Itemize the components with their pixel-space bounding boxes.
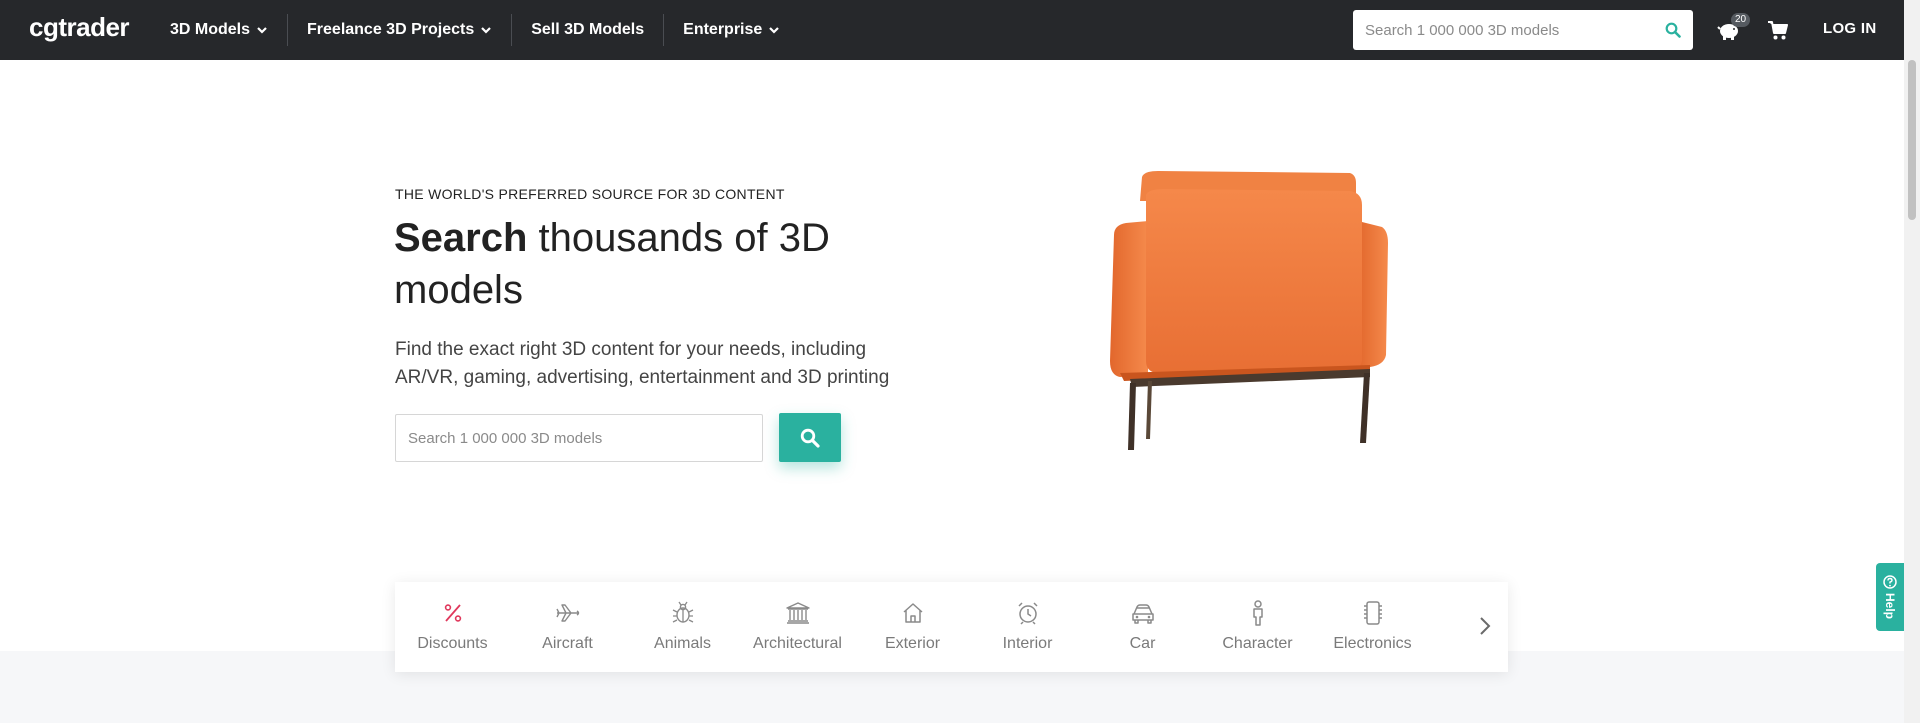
category-character[interactable]: Character (1200, 582, 1315, 672)
hero-search-button[interactable] (779, 413, 841, 462)
nav-label: Enterprise (683, 21, 763, 38)
chevron-down-icon (481, 27, 491, 34)
main-nav: 3D Models Freelance 3D Projects Sell 3D … (170, 0, 799, 60)
category-label: Car (1129, 635, 1156, 652)
question-circle-icon (1883, 575, 1897, 589)
percent-icon (440, 600, 466, 626)
car-icon (1130, 600, 1156, 626)
category-discounts[interactable]: Discounts (395, 582, 510, 672)
chevron-down-icon (257, 27, 267, 34)
search-icon[interactable] (1653, 10, 1693, 50)
chip-icon (1360, 600, 1386, 626)
cgtrader-logo[interactable]: cgtrader (29, 12, 130, 43)
airplane-icon (555, 600, 581, 626)
hero-title: Search thousands of 3D models (394, 212, 874, 316)
building-columns-icon (785, 600, 811, 626)
scrollbar-thumb[interactable] (1908, 60, 1916, 220)
nav-item-freelance[interactable]: Freelance 3D Projects (288, 0, 511, 60)
hero-search-input[interactable] (396, 415, 762, 461)
chevron-right-icon (1480, 617, 1491, 635)
nav-label: 3D Models (170, 21, 251, 38)
category-label: Interior (1002, 635, 1053, 652)
hero-search-box (395, 414, 763, 462)
category-label: Character (1222, 635, 1293, 652)
top-navigation-bar: cgtrader 3D Models Freelance 3D Projects… (0, 0, 1904, 60)
category-electronics[interactable]: Electronics (1315, 582, 1430, 672)
shopping-cart-icon[interactable] (1767, 19, 1789, 41)
page-scrollbar[interactable] (1904, 0, 1920, 723)
page: cgtrader 3D Models Freelance 3D Projects… (0, 0, 1920, 723)
header-search-box (1353, 10, 1693, 50)
person-icon (1245, 600, 1271, 626)
category-label: Architectural (753, 635, 842, 652)
nav-item-enterprise[interactable]: Enterprise (664, 0, 799, 60)
help-tab[interactable]: Help (1876, 563, 1904, 631)
category-strip: Discounts Aircraft Animals Architectural… (395, 582, 1508, 672)
category-label: Aircraft (542, 635, 593, 652)
house-icon (900, 600, 926, 626)
category-interior[interactable]: Interior (970, 582, 1085, 672)
chevron-down-icon (769, 27, 780, 34)
hero-title-bold: Search (394, 216, 528, 260)
hero-kicker: THE WORLD'S PREFERRED SOURCE FOR 3D CONT… (395, 186, 785, 202)
help-label: Help (1883, 592, 1897, 619)
category-car[interactable]: Car (1085, 582, 1200, 672)
search-icon (800, 428, 820, 448)
alarm-clock-icon (1015, 600, 1041, 626)
category-exterior[interactable]: Exterior (855, 582, 970, 672)
category-label: Exterior (884, 635, 941, 652)
nav-item-3d-models[interactable]: 3D Models (170, 0, 287, 60)
armchair-3d-model-image (1110, 171, 1388, 450)
login-link[interactable]: LOG IN (1823, 20, 1876, 37)
nav-label: Freelance 3D Projects (307, 21, 475, 38)
category-label: Electronics (1333, 635, 1412, 652)
category-aircraft[interactable]: Aircraft (510, 582, 625, 672)
category-next-button[interactable] (1476, 614, 1494, 638)
hero-description: Find the exact right 3D content for your… (395, 339, 890, 388)
nav-label: Sell 3D Models (531, 21, 645, 38)
header-search-input[interactable] (1353, 10, 1653, 50)
category-label: Discounts (417, 635, 488, 652)
category-architectural[interactable]: Architectural (740, 582, 855, 672)
category-animals[interactable]: Animals (625, 582, 740, 672)
bug-icon (670, 600, 696, 626)
piggy-bank-badge: 20 (1731, 13, 1751, 27)
nav-item-sell[interactable]: Sell 3D Models (512, 0, 663, 60)
category-label: Animals (654, 635, 711, 652)
